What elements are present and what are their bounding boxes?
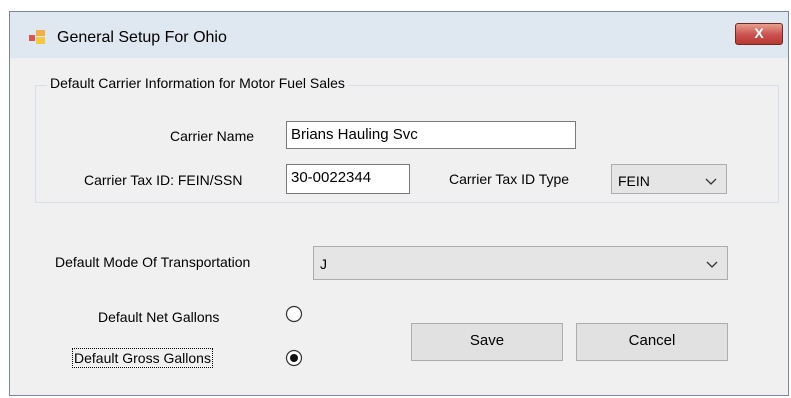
carrier-tax-id-type-label: Carrier Tax ID Type <box>449 171 570 187</box>
gross-gallons-label: Default Gross Gallons <box>72 348 213 368</box>
carrier-group-legend: Default Carrier Information for Motor Fu… <box>47 75 348 91</box>
cancel-button[interactable]: Cancel <box>576 323 728 361</box>
chevron-down-icon <box>706 261 718 268</box>
carrier-tax-id-label: Carrier Tax ID: FEIN/SSN <box>84 172 243 188</box>
close-icon: X <box>754 25 764 41</box>
net-gallons-radio[interactable] <box>285 305 303 323</box>
app-window-icon <box>29 30 45 44</box>
save-button[interactable]: Save <box>411 323 563 361</box>
transport-mode-value: J <box>320 256 327 272</box>
close-button[interactable]: X <box>735 23 783 45</box>
gross-gallons-radio[interactable] <box>285 349 303 367</box>
transport-mode-dropdown[interactable]: J <box>313 246 728 280</box>
net-gallons-label: Default Net Gallons <box>98 309 220 325</box>
chevron-down-icon <box>705 178 717 185</box>
carrier-name-label: Carrier Name <box>170 128 255 144</box>
carrier-tax-id-field[interactable]: 30-0022344 <box>286 164 410 194</box>
dialog-body: Default Carrier Information for Motor Fu… <box>10 58 788 395</box>
title-bar[interactable]: General Setup For Ohio X <box>10 12 788 58</box>
window-title: General Setup For Ohio <box>57 29 227 46</box>
carrier-tax-id-type-value: FEIN <box>618 173 650 189</box>
carrier-tax-id-type-dropdown[interactable]: FEIN <box>611 164 727 194</box>
transport-mode-label: Default Mode Of Transportation <box>55 254 251 270</box>
general-setup-dialog: General Setup For Ohio X Default Carrier… <box>9 11 789 396</box>
carrier-name-field[interactable]: Brians Hauling Svc <box>286 121 576 149</box>
